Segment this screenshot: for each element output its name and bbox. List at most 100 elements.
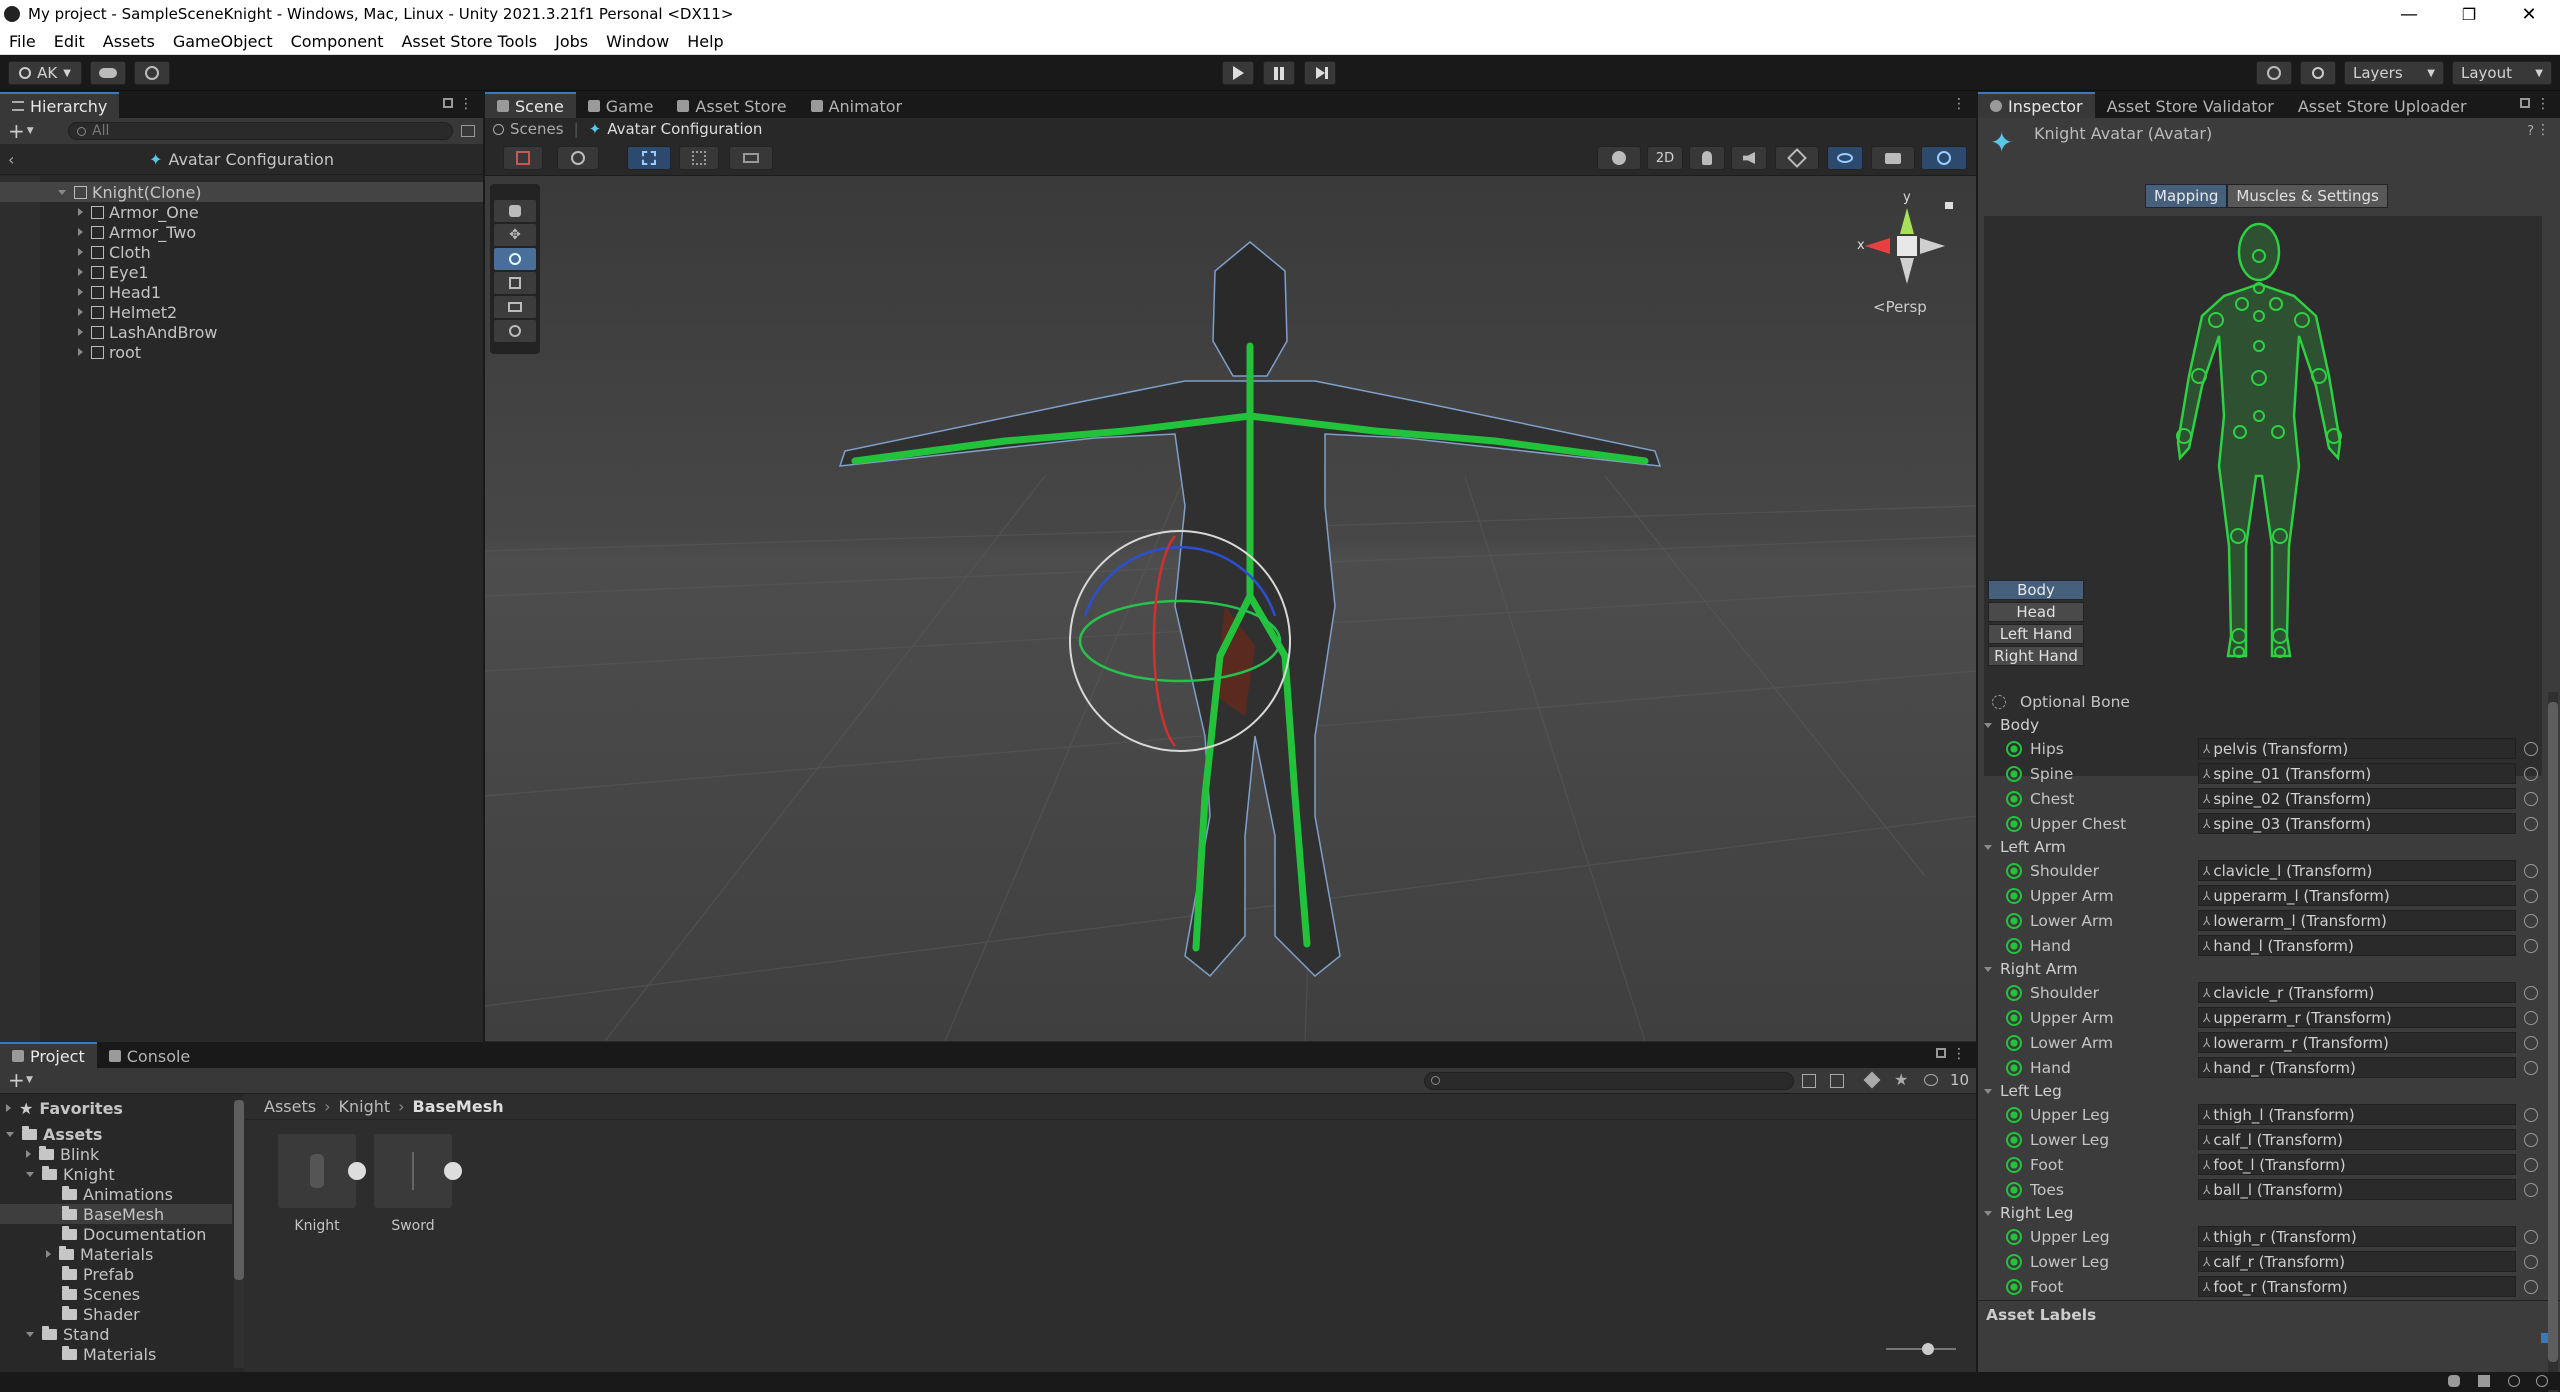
minimize-button[interactable]: — <box>2380 0 2438 28</box>
bone-transform-field[interactable]: ⅄ ball_l (Transform) <box>2198 1179 2516 1200</box>
asset-sword[interactable]: Sword <box>374 1134 462 1234</box>
bone-transform-field[interactable]: ⅄ thigh_r (Transform) <box>2198 1226 2516 1247</box>
menu-asset-store-tools[interactable]: Asset Store Tools <box>392 32 546 51</box>
bone-group-header[interactable]: Right Arm <box>1978 958 2546 980</box>
expand-icon[interactable] <box>46 1250 51 1258</box>
hierarchy-row[interactable]: Eye1 <box>0 262 483 282</box>
move-tool-button[interactable]: ✥ <box>494 224 536 246</box>
rect-tool-button[interactable] <box>494 296 536 318</box>
object-picker-icon[interactable] <box>2524 1279 2538 1294</box>
bug-icon[interactable] <box>2448 1375 2460 1387</box>
gizmos-dropdown[interactable] <box>1921 146 1967 170</box>
bone-status-icon[interactable] <box>2006 815 2022 832</box>
layers-dropdown[interactable]: Layers ▼ <box>2344 61 2444 85</box>
scale-tool-button[interactable] <box>494 272 536 294</box>
hidden-objects-toggle[interactable] <box>1827 146 1863 170</box>
collab-button[interactable] <box>134 61 170 85</box>
bone-status-icon[interactable] <box>2006 887 2022 904</box>
bone-status-icon[interactable] <box>2006 912 2022 929</box>
object-picker-icon[interactable] <box>2524 766 2538 781</box>
project-folder-item[interactable]: BaseMesh <box>0 1204 232 1224</box>
expand-icon[interactable] <box>78 308 83 316</box>
hierarchy-row[interactable]: Head1 <box>0 282 483 302</box>
project-folder-item[interactable]: Documentation <box>0 1224 232 1244</box>
favorites-item[interactable]: ★ Favorites <box>0 1098 244 1118</box>
bone-transform-field[interactable]: ⅄ pelvis (Transform) <box>2198 738 2516 759</box>
view-right-hand-button[interactable]: Right Hand <box>1988 646 2084 666</box>
lock-icon[interactable] <box>443 98 453 108</box>
project-search[interactable] <box>1424 1072 1794 1090</box>
hierarchy-row[interactable]: LashAndBrow <box>0 322 483 342</box>
increment-dropdown[interactable] <box>729 146 773 170</box>
bone-transform-field[interactable]: ⅄ upperarm_r (Transform) <box>2198 1007 2516 1028</box>
object-picker-icon[interactable] <box>2524 1060 2538 1075</box>
account-button[interactable]: AK ▼ <box>8 61 82 85</box>
layout-dropdown[interactable]: Layout ▼ <box>2452 61 2552 85</box>
object-picker-icon[interactable] <box>2524 1182 2538 1197</box>
expand-icon[interactable] <box>78 328 83 336</box>
bone-status-icon[interactable] <box>2006 765 2022 782</box>
toggle-2d-button[interactable]: 2D <box>1647 146 1683 170</box>
bone-transform-field[interactable]: ⅄ spine_01 (Transform) <box>2198 763 2516 784</box>
tab-game[interactable]: Game <box>576 94 666 118</box>
tab-scene[interactable]: Scene <box>485 92 576 118</box>
expand-icon[interactable] <box>78 348 83 356</box>
kebab-menu-icon[interactable]: ⋮ <box>459 96 473 112</box>
object-picker-icon[interactable] <box>2524 1132 2538 1147</box>
gizmo-lock-icon[interactable] <box>1945 202 1953 209</box>
project-folder-item[interactable]: Assets <box>0 1124 232 1144</box>
cache-icon[interactable] <box>2478 1375 2490 1387</box>
project-folder-item[interactable]: Materials <box>0 1344 232 1364</box>
transform-tool-button[interactable] <box>494 320 536 342</box>
help-icon[interactable]: ? <box>2527 124 2534 139</box>
draw-mode-dropdown[interactable] <box>503 146 543 170</box>
object-picker-icon[interactable] <box>2524 913 2538 928</box>
bone-status-icon[interactable] <box>2006 937 2022 954</box>
chevron-down-icon[interactable]: ▼ <box>27 126 34 136</box>
bone-transform-field[interactable]: ⅄ foot_l (Transform) <box>2198 1154 2516 1175</box>
projection-label[interactable]: <Persp <box>1873 298 1927 316</box>
project-folder-item[interactable]: Scenes <box>0 1284 232 1304</box>
search-button[interactable] <box>2300 61 2336 85</box>
kebab-menu-icon[interactable]: ⋮ <box>2536 96 2550 112</box>
bone-status-icon[interactable] <box>2006 1009 2022 1026</box>
bone-group-header[interactable]: Right Leg <box>1978 1202 2546 1224</box>
check-icon[interactable] <box>2536 1375 2548 1387</box>
bone-status-icon[interactable] <box>2006 790 2022 807</box>
hierarchy-row[interactable]: Armor_One <box>0 202 483 222</box>
bone-status-icon[interactable] <box>2006 1181 2022 1198</box>
hierarchy-row[interactable]: Helmet2 <box>0 302 483 322</box>
bone-status-icon[interactable] <box>2006 1253 2022 1270</box>
object-picker-icon[interactable] <box>2524 863 2538 878</box>
menu-jobs[interactable]: Jobs <box>546 32 597 51</box>
object-picker-icon[interactable] <box>2524 888 2538 903</box>
project-folder-item[interactable]: Blink <box>0 1144 232 1164</box>
history-button[interactable] <box>2256 61 2292 85</box>
effects-dropdown[interactable] <box>1775 146 1819 170</box>
expand-icon[interactable] <box>78 208 83 216</box>
step-button[interactable] <box>1304 61 1336 85</box>
expand-icon[interactable] <box>1984 844 1992 850</box>
menu-file[interactable]: File <box>0 32 45 51</box>
expand-icon[interactable] <box>1984 966 1992 972</box>
project-folder-item[interactable]: Stand <box>0 1324 232 1344</box>
menu-window[interactable]: Window <box>597 32 678 51</box>
project-folder-item[interactable]: Animations <box>0 1184 232 1204</box>
expand-icon[interactable] <box>1984 1210 1992 1216</box>
global-local-dropdown[interactable] <box>557 146 599 170</box>
bone-transform-field[interactable]: ⅄ lowerarm_r (Transform) <box>2198 1032 2516 1053</box>
bone-group-header[interactable]: Body <box>1978 714 2546 736</box>
object-picker-icon[interactable] <box>2524 1157 2538 1172</box>
hierarchy-row-root[interactable]: Knight(Clone) <box>0 182 483 202</box>
tab-asset-store[interactable]: Asset Store <box>665 94 798 118</box>
orientation-gizmo[interactable] <box>1865 208 1945 284</box>
add-icon[interactable]: + <box>8 119 25 143</box>
object-picker-icon[interactable] <box>2524 791 2538 806</box>
expand-icon[interactable] <box>26 1171 34 1177</box>
project-folder-item[interactable]: Knight <box>0 1164 232 1184</box>
tab-hierarchy[interactable]: Hierarchy <box>0 92 120 118</box>
thumbnail-size-slider[interactable] <box>1886 1343 1956 1355</box>
scene-visibility-icon[interactable] <box>461 125 475 137</box>
view-left-hand-button[interactable]: Left Hand <box>1988 624 2084 644</box>
lighting-toggle[interactable] <box>1689 146 1725 170</box>
